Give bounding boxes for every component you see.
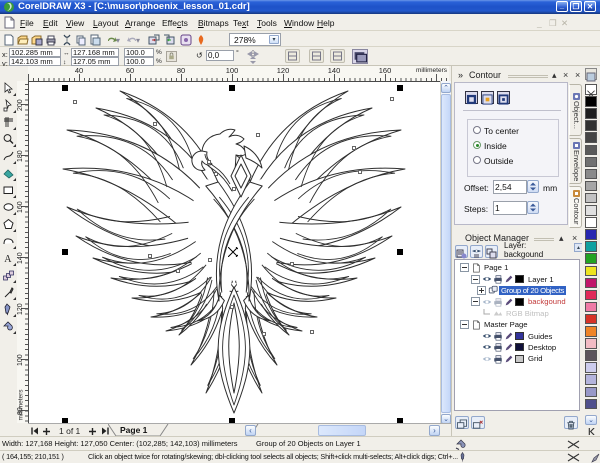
svg-text:A: A xyxy=(4,254,12,265)
svg-text:▾: ▾ xyxy=(116,36,120,45)
svg-text:▾: ▾ xyxy=(136,36,140,45)
